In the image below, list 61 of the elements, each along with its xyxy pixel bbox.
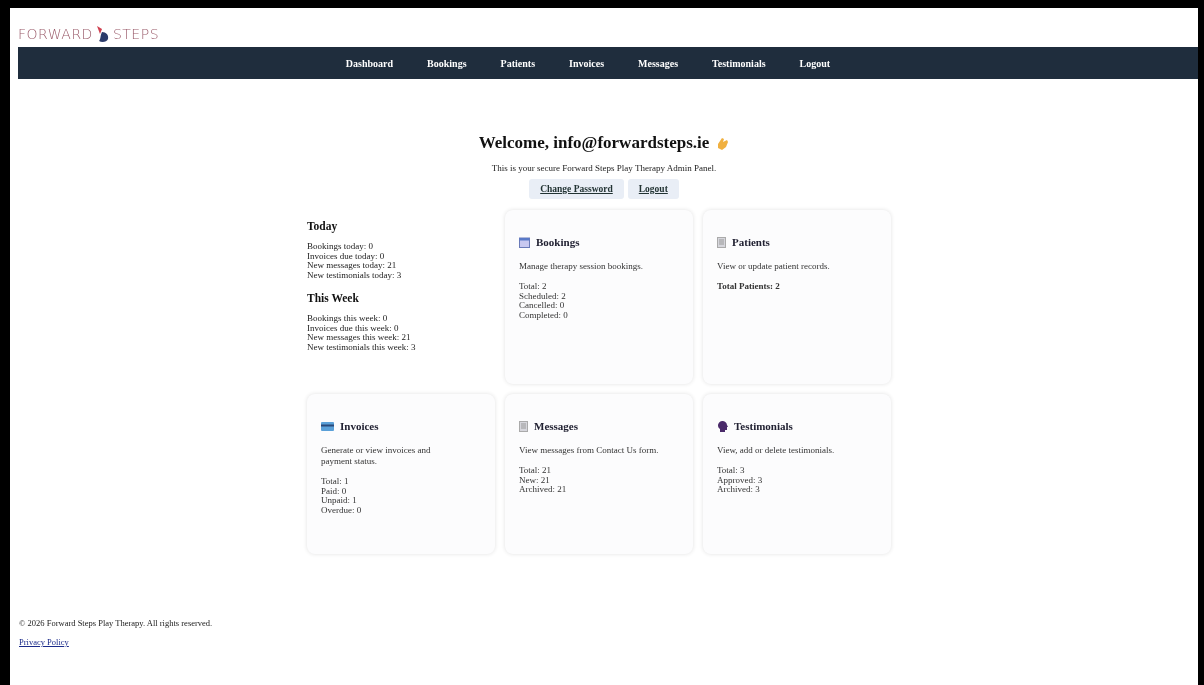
card-title: Patients <box>732 236 770 248</box>
dashboard-card[interactable]: Patients View or update patient records. Total Patients: 2 <box>703 210 891 384</box>
nav-link[interactable]: Logout <box>799 57 831 69</box>
dashboard-card[interactable]: Testimonials View, add or delete testimonials. Total: 3 Approved: 3 Archived: 3 <box>703 394 891 554</box>
nav-link[interactable]: Bookings <box>427 57 467 69</box>
logout-button[interactable]: Logout <box>627 179 679 199</box>
logo-text: FORWARD <box>18 25 93 42</box>
card-stat: Total Patients: 2 <box>717 282 781 292</box>
document-icon <box>717 236 726 248</box>
card-stat: Total: 3 <box>717 466 746 476</box>
summary-line: New messages this week: 21 <box>307 333 412 343</box>
card-title: Invoices <box>340 420 379 432</box>
privacy-policy-link[interactable]: Privacy Policy <box>19 637 69 647</box>
credit-card-icon <box>321 421 334 431</box>
card-stat: Total: 21 <box>519 466 553 476</box>
summary-heading: Today <box>307 220 339 232</box>
summary-line: New testimonials this week: 3 <box>307 342 417 352</box>
card-stat: New: 21 <box>519 475 551 485</box>
card-title: Bookings <box>536 236 580 248</box>
nav-link[interactable]: Invoices <box>569 57 605 69</box>
card-stat: Cancelled: 0 <box>519 301 566 311</box>
summary-line: Invoices due today: 0 <box>307 251 386 261</box>
summary-line: Bookings this week: 0 <box>307 314 389 324</box>
summary-heading: This Week <box>307 292 360 304</box>
summary-line: Bookings today: 0 <box>307 242 374 252</box>
card-stat: Unpaid: 1 <box>321 496 358 506</box>
welcome-subtitle: This is your secure Forward Steps Play Therapy Admin Panel. <box>491 163 717 173</box>
dashboard-card[interactable]: Invoices Generate or view invoices and payment status. Total: 1 Paid: 0 Unpaid: 1 Overdue: 0 <box>307 394 495 554</box>
card-title: Testimonials <box>734 420 793 432</box>
nav-link[interactable]: Dashboard <box>345 57 394 69</box>
summary-line: New testimonials today: 3 <box>307 270 403 280</box>
card-description: View, add or delete testimonials. <box>717 445 836 456</box>
speaking-head-icon <box>717 420 728 432</box>
dashboard-card[interactable]: Bookings Manage therapy session bookings. Total: 2 Scheduled: 2 Cancelled: 0 Completed: 0 <box>505 210 693 384</box>
card-stat: Archived: 21 <box>519 485 568 495</box>
card-stat: Archived: 3 <box>717 485 761 495</box>
nav-link[interactable]: Testimonials <box>712 57 766 69</box>
card-description: Manage therapy session bookings. <box>519 261 644 272</box>
logo-text: STEPS <box>112 25 160 42</box>
welcome-title: Welcome, info@forwardsteps.ie <box>478 133 710 153</box>
dashboard-card[interactable]: Messages View messages from Contact Us form. Total: 21 New: 21 Archived: 21 <box>505 394 693 554</box>
change-password-button[interactable]: Change Password <box>529 179 624 199</box>
card-stat: Completed: 0 <box>519 310 569 320</box>
card-stat: Total: 1 <box>321 477 350 487</box>
card-description: View messages from Contact Us form. <box>519 445 659 456</box>
waving-hand-icon <box>715 135 730 151</box>
card-stat: Scheduled: 2 <box>519 291 567 301</box>
card-stat: Approved: 3 <box>717 475 764 485</box>
card-stat: Overdue: 0 <box>321 505 363 515</box>
summary-line: Invoices due this week: 0 <box>307 323 400 333</box>
calendar-icon <box>519 236 530 248</box>
document-icon <box>519 420 528 432</box>
summary-line: New messages today: 21 <box>307 261 398 271</box>
nav-link[interactable]: Patients <box>500 57 536 69</box>
card-description: Generate or view invoices and payment status. <box>321 445 432 467</box>
nav-link[interactable]: Messages <box>638 57 679 69</box>
card-stat: Paid: 0 <box>321 486 348 496</box>
card-description: View or update patient records. <box>717 261 831 272</box>
copyright-text: © 2026 Forward Steps Play Therapy. All rights reserved. <box>19 618 214 628</box>
card-title: Messages <box>534 420 578 432</box>
card-stat: Total: 2 <box>519 282 548 292</box>
